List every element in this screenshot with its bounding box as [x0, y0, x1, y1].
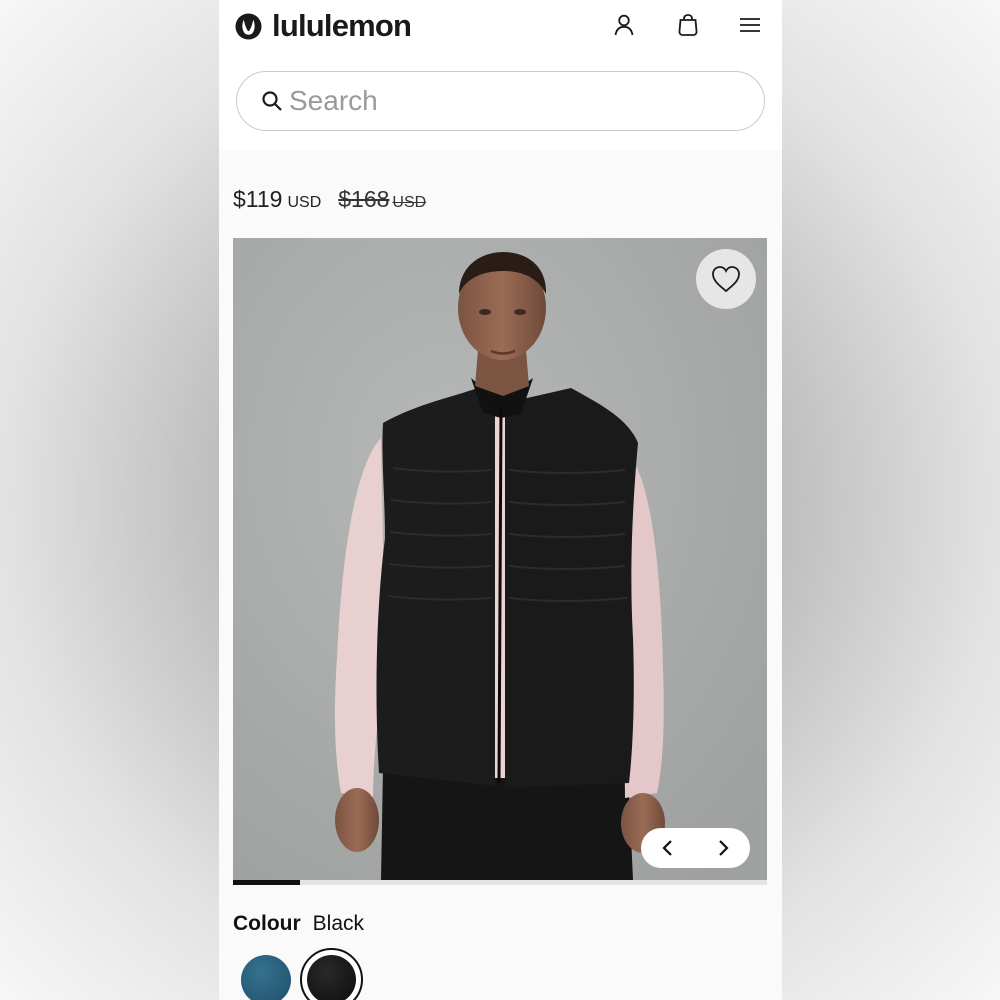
- swatch-black[interactable]: [307, 955, 356, 1000]
- site-header: lululemon: [219, 0, 782, 150]
- next-image-button[interactable]: [708, 833, 738, 863]
- model-wearing-vest-image: [233, 238, 767, 880]
- shopping-bag-icon[interactable]: [675, 12, 701, 38]
- colour-label: Colour: [233, 912, 301, 935]
- product-detail: $119 USD $168 USD Colour Black: [219, 150, 782, 1000]
- search-input[interactable]: [289, 85, 709, 117]
- brand-logo[interactable]: lululemon: [235, 8, 412, 43]
- colour-selection-label: Colour Black: [233, 912, 364, 936]
- heart-icon: [712, 266, 740, 293]
- brand-name: lululemon: [272, 8, 412, 43]
- favorite-button[interactable]: [696, 249, 756, 309]
- user-icon[interactable]: [611, 12, 637, 38]
- image-carousel-progress-fill: [233, 880, 300, 885]
- search-bar[interactable]: [236, 71, 765, 131]
- selected-colour-name: Black: [312, 912, 365, 935]
- carousel-controls: [641, 828, 750, 868]
- search-icon: [262, 91, 282, 111]
- original-price-currency: USD: [392, 194, 427, 211]
- previous-image-button[interactable]: [653, 833, 683, 863]
- chevron-right-icon: [718, 840, 729, 856]
- current-price-currency: USD: [287, 194, 322, 211]
- current-price: $119: [233, 186, 283, 212]
- price-row: $119 USD $168 USD: [233, 186, 426, 213]
- swatch-teal-blue[interactable]: [241, 955, 291, 1000]
- chevron-left-icon: [662, 840, 673, 856]
- lululemon-logo-icon: [235, 12, 262, 40]
- product-image[interactable]: [233, 238, 767, 880]
- image-carousel-progress: [233, 880, 767, 885]
- phone-frame: lululemon Search $119 USD $168 USD Colou…: [219, 0, 782, 1000]
- original-price: $168: [338, 186, 390, 212]
- hamburger-menu-icon[interactable]: [737, 12, 763, 38]
